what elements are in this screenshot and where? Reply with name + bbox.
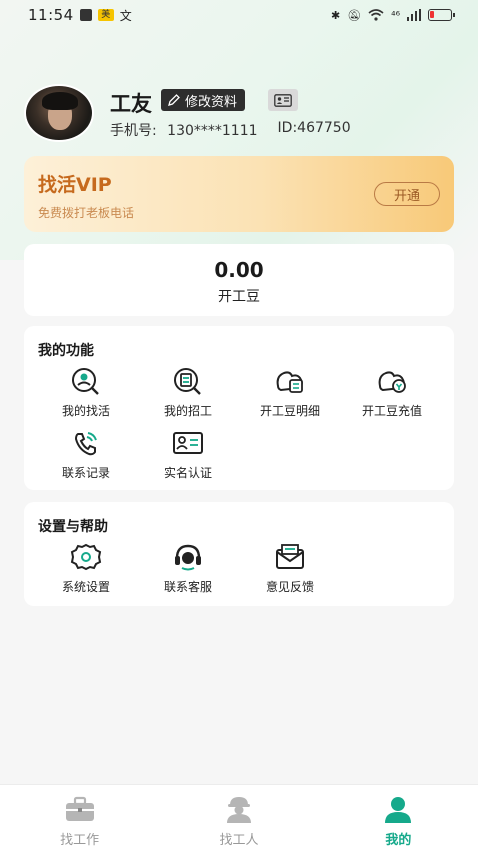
app-badge-icon: 美 xyxy=(97,9,114,21)
call-record-icon xyxy=(74,432,97,456)
status-time: 11:54 xyxy=(28,6,74,24)
recruit-label: 我的招工 xyxy=(163,404,212,418)
bottom-tab-bar: 找工作 找工人 我的 xyxy=(0,784,478,850)
user-id: ID:467750 xyxy=(277,120,351,136)
tab-find-job-label: 找工作 xyxy=(60,833,100,848)
call-record-button[interactable]: 联系记录 xyxy=(36,428,136,481)
phone-label: 手机号: xyxy=(110,123,157,139)
account-info: 手机号: 130****1111 ID:467750 xyxy=(110,120,351,140)
translate-icon: 文 xyxy=(119,8,132,23)
find-job-button[interactable]: 我的找活 xyxy=(36,366,136,419)
business-card-button[interactable] xyxy=(268,89,298,111)
bean-detail-label: 开工豆明细 xyxy=(259,404,320,418)
bluetooth-icon: ✱ xyxy=(330,8,341,22)
vip-activate-button[interactable]: 开通 xyxy=(374,182,440,206)
bean-detail-button[interactable]: 开工豆明细 xyxy=(240,366,340,419)
find-job-icon xyxy=(72,368,99,395)
vip-subtitle: 免费拨打老板电话 xyxy=(38,206,135,220)
bean-recharge-label: 开工豆充值 xyxy=(361,404,422,418)
vip-title: 找活VIP xyxy=(38,174,112,196)
beans-value: 0.00 xyxy=(214,258,264,282)
id-verify-label: 实名认证 xyxy=(163,466,212,480)
tab-find-worker[interactable]: 找工人 xyxy=(159,785,318,850)
briefcase-icon xyxy=(65,796,94,821)
system-settings-button[interactable]: 系统设置 xyxy=(36,542,136,595)
user-name: 工友 xyxy=(110,92,152,116)
tab-find-worker-label: 找工人 xyxy=(219,833,259,848)
system-settings-label: 系统设置 xyxy=(61,580,110,594)
mute-icon: 🔕︎ xyxy=(347,8,362,22)
tab-mine-label: 我的 xyxy=(385,833,412,848)
feedback-label: 意见反馈 xyxy=(265,580,314,594)
avatar[interactable] xyxy=(24,84,94,142)
phone-value: 130****1111 xyxy=(167,123,258,139)
id-card-icon xyxy=(274,93,292,107)
settings-card: 设置与帮助 系统设置 联系客服 意见反馈 xyxy=(24,502,454,606)
network-type-label: ⁴⁶ xyxy=(391,8,400,22)
bean-recharge-button[interactable]: 开工豆充值 xyxy=(342,366,442,419)
notification-icon xyxy=(79,9,92,21)
feedback-icon xyxy=(276,544,304,569)
tab-find-job[interactable]: 找工作 xyxy=(0,785,159,850)
tab-mine[interactable]: 我的 xyxy=(319,785,478,850)
headset-icon xyxy=(175,544,201,571)
user-icon xyxy=(385,797,412,823)
customer-service-label: 联系客服 xyxy=(163,580,212,594)
customer-service-button[interactable]: 联系客服 xyxy=(138,542,238,595)
signal-icon xyxy=(407,9,421,21)
gear-icon xyxy=(70,543,102,571)
vip-banner[interactable]: 找活VIP 免费拨打老板电话 开通 xyxy=(24,156,454,232)
bean-detail-icon xyxy=(276,371,303,393)
id-verify-icon xyxy=(173,432,203,454)
status-bar: 11:54 美 文 ✱ 🔕︎ ⁴⁶ xyxy=(0,0,478,30)
settings-title: 设置与帮助 xyxy=(38,519,108,535)
feedback-button[interactable]: 意见反馈 xyxy=(240,542,340,595)
worker-icon xyxy=(226,797,251,823)
functions-card: 我的功能 我的找活 我的招工 开工豆明细 开工豆充值 联系记录 实名认证 xyxy=(24,326,454,490)
beans-balance-card[interactable]: 0.00 开工豆 xyxy=(24,244,454,316)
find-job-label: 我的找活 xyxy=(61,404,110,418)
pencil-icon xyxy=(168,94,180,106)
battery-icon xyxy=(428,9,455,21)
bean-recharge-icon xyxy=(378,371,406,393)
functions-title: 我的功能 xyxy=(38,343,94,359)
recruit-icon xyxy=(174,368,201,395)
wifi-icon xyxy=(368,9,384,21)
id-verify-button[interactable]: 实名认证 xyxy=(138,428,238,481)
edit-profile-button[interactable]: 修改资料 xyxy=(161,89,246,111)
recruit-button[interactable]: 我的招工 xyxy=(138,366,238,419)
call-record-label: 联系记录 xyxy=(61,466,110,480)
beans-label: 开工豆 xyxy=(218,289,260,305)
profile-section: 工友 修改资料 手机号: 130****1111 ID:467750 xyxy=(24,84,464,144)
edit-profile-label: 修改资料 xyxy=(185,94,238,110)
